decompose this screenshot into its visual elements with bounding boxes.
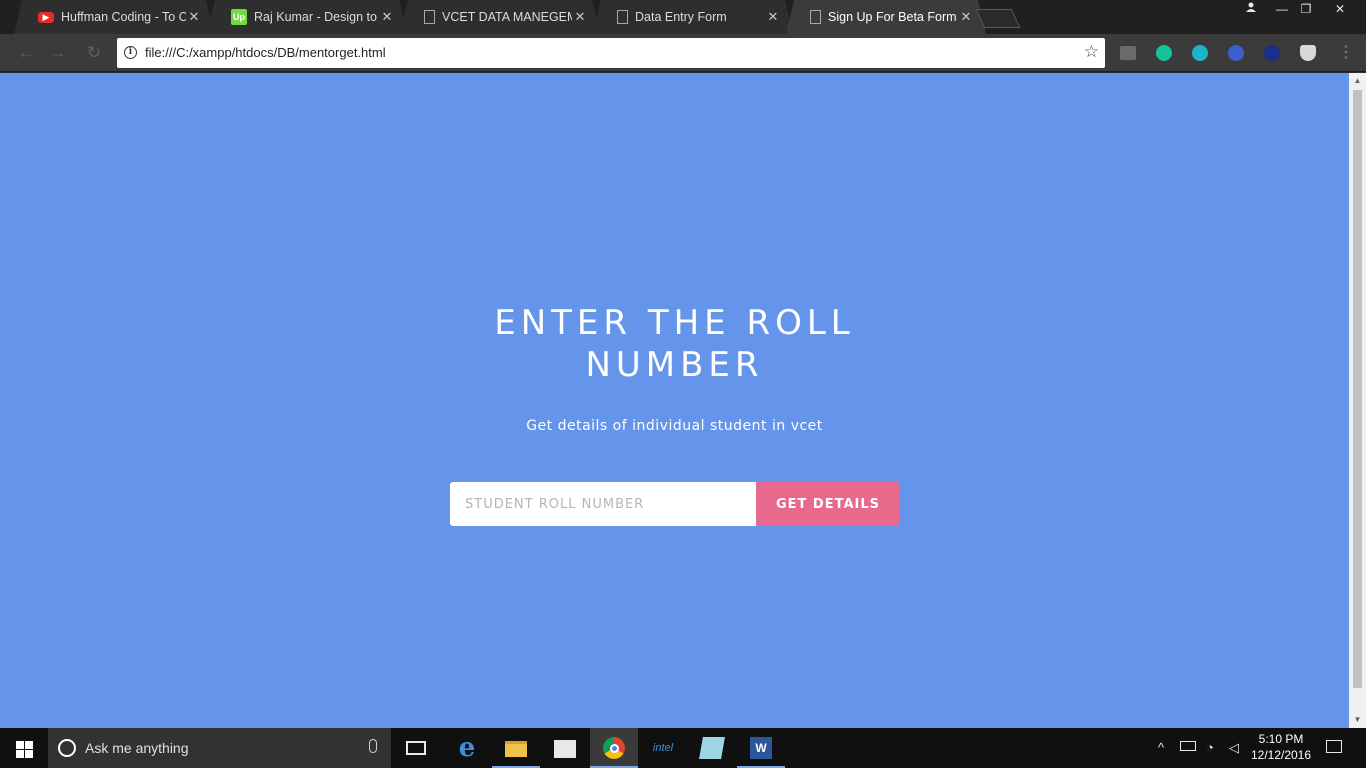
close-tab-icon[interactable]: ✕ — [186, 9, 202, 25]
close-tab-icon[interactable]: ✕ — [572, 9, 588, 25]
url-text[interactable]: file:///C:/xampp/htdocs/DB/mentorget.htm… — [145, 45, 386, 60]
menu-icon[interactable]: ⋮ — [1338, 43, 1354, 63]
taskbar: Ask me anything e intel W ^ ◔ ◁ 5:10 PM … — [0, 728, 1366, 768]
info-icon[interactable]: i — [124, 46, 137, 59]
tab-huffman-coding[interactable]: ▶ Huffman Coding - To Ca ✕ — [14, 0, 214, 34]
start-button[interactable] — [0, 728, 48, 768]
bookmark-star-icon[interactable]: ☆ — [1084, 42, 1099, 62]
scroll-up-icon[interactable]: ▲ — [1353, 76, 1362, 85]
document-icon — [424, 10, 435, 24]
cast-icon[interactable] — [1120, 46, 1136, 60]
word-icon[interactable]: W — [737, 728, 785, 768]
roll-number-input[interactable] — [450, 482, 756, 526]
grammarly-icon[interactable] — [1156, 45, 1172, 61]
edge-icon[interactable]: e — [443, 728, 491, 768]
page-viewport: ENTER THE ROLL NUMBER Get details of ind… — [0, 73, 1349, 728]
store-icon[interactable] — [541, 728, 589, 768]
cortana-icon — [58, 739, 76, 757]
back-icon[interactable]: ← — [16, 43, 36, 63]
chrome-icon[interactable] — [590, 728, 638, 768]
clock-time: 5:10 PM — [1258, 732, 1304, 746]
mercury-icon[interactable] — [1192, 45, 1208, 61]
extension-icon[interactable] — [1228, 45, 1244, 61]
restore-icon[interactable]: ❐ — [1292, 0, 1320, 18]
tab-title: Raj Kumar - Design to m — [254, 10, 379, 24]
document-icon — [810, 10, 821, 24]
tab-title: Sign Up For Beta Form — [828, 10, 957, 24]
document-icon — [617, 10, 628, 24]
new-tab-button[interactable] — [975, 9, 1021, 28]
battery-icon[interactable] — [1180, 741, 1196, 751]
tab-title: Data Entry Form — [635, 10, 727, 24]
notepad-icon[interactable] — [688, 728, 736, 768]
forward-icon[interactable]: → — [48, 43, 68, 63]
file-explorer-icon[interactable] — [492, 728, 540, 768]
tab-strip: ▶ Huffman Coding - To Ca ✕ Up Raj Kumar … — [0, 0, 1366, 34]
get-details-button[interactable]: GET DETAILS — [756, 482, 900, 526]
scroll-thumb[interactable] — [1353, 90, 1362, 688]
search-placeholder: Ask me anything — [85, 740, 189, 756]
tab-title: VCET DATA MANEGEME — [442, 10, 572, 24]
intel-graphics-icon[interactable]: intel — [639, 728, 687, 768]
headline-line: ENTER THE ROLL — [494, 303, 855, 343]
close-tab-icon[interactable]: ✕ — [958, 9, 974, 25]
tab-vcet-data[interactable]: VCET DATA MANEGEME ✕ — [400, 0, 600, 34]
page-subtitle: Get details of individual student in vce… — [526, 418, 823, 434]
tab-title: Huffman Coding - To Ca — [61, 10, 186, 24]
tab-raj-kumar[interactable]: Up Raj Kumar - Design to m ✕ — [207, 0, 407, 34]
scrollbar[interactable]: ▲ ▼ — [1349, 73, 1366, 728]
clock[interactable]: 5:10 PM 12/12/2016 — [1248, 731, 1314, 763]
clock-date: 12/12/2016 — [1250, 748, 1312, 762]
headline-line: NUMBER — [585, 345, 764, 385]
microphone-icon[interactable] — [369, 739, 377, 753]
cortana-search-box[interactable]: Ask me anything — [48, 728, 391, 768]
play-extension-icon[interactable] — [1264, 45, 1280, 61]
tab-sign-up-beta-form[interactable]: Sign Up For Beta Form ✕ — [786, 0, 986, 34]
volume-icon[interactable]: ◁ — [1229, 740, 1239, 756]
profile-icon[interactable] — [1237, 0, 1265, 18]
close-window-icon[interactable]: ✕ — [1326, 0, 1354, 18]
close-tab-icon[interactable]: ✕ — [765, 9, 781, 25]
page-title: ENTER THE ROLL NUMBER — [0, 302, 1349, 386]
shield-icon[interactable] — [1300, 45, 1316, 61]
upwork-icon: Up — [231, 9, 247, 25]
task-view-icon[interactable] — [392, 728, 440, 768]
action-center-icon[interactable] — [1326, 740, 1342, 753]
reload-icon[interactable]: ↻ — [84, 43, 104, 63]
youtube-icon: ▶ — [38, 11, 54, 23]
tab-data-entry-form[interactable]: Data Entry Form ✕ — [593, 0, 793, 34]
close-tab-icon[interactable]: ✕ — [379, 9, 395, 25]
address-bar[interactable]: i file:///C:/xampp/htdocs/DB/mentorget.h… — [117, 38, 1105, 68]
wifi-icon[interactable]: ◔ — [1206, 740, 1214, 755]
scroll-down-icon[interactable]: ▼ — [1353, 715, 1362, 724]
show-hidden-icons-icon[interactable]: ^ — [1158, 740, 1164, 755]
